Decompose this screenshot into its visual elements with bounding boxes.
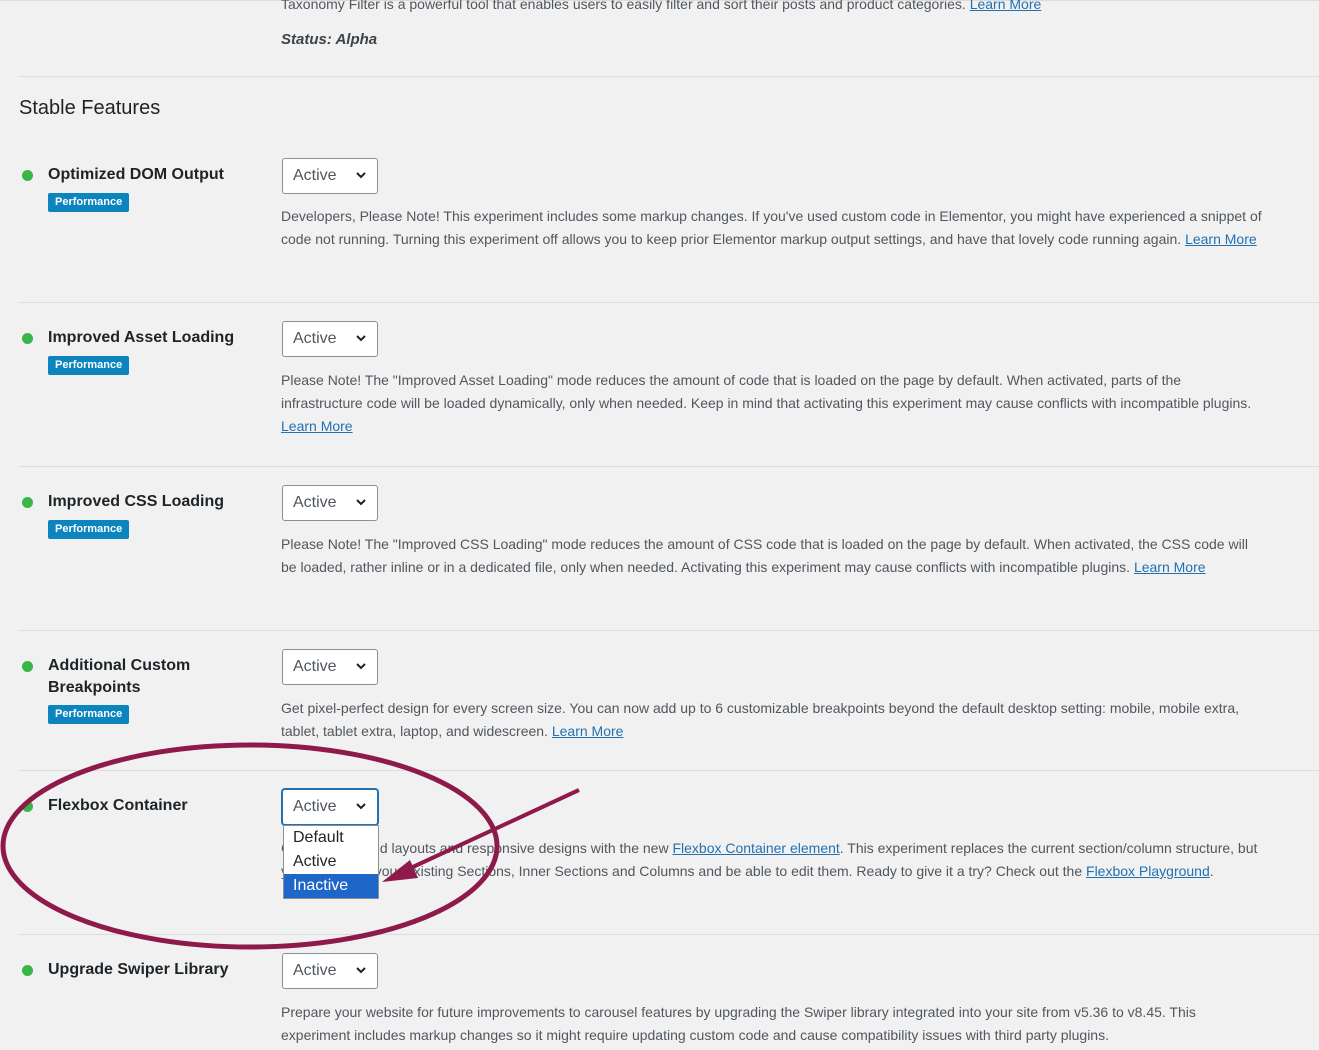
chevron-down-icon — [356, 172, 366, 179]
option-inactive[interactable]: Inactive — [284, 874, 378, 898]
select-value: Active — [293, 167, 337, 184]
feature-name: Additional Custom Breakpoints — [48, 657, 191, 696]
annotation-overlay — [0, 742, 580, 950]
flexbox-playground-link[interactable]: Flexbox Playground — [1086, 863, 1210, 879]
section-title: Stable Features — [19, 97, 161, 119]
option-active[interactable]: Active — [284, 850, 378, 874]
divider — [19, 630, 1319, 631]
select-value: Active — [293, 658, 337, 675]
flexbox-state-select[interactable]: Active — [282, 789, 378, 825]
feature-description: Prepare your website for future improvem… — [281, 1004, 1196, 1043]
learn-more-link[interactable]: Learn More — [281, 418, 353, 434]
intro-description: Taxonomy Filter is a powerful tool that … — [281, 0, 1041, 12]
feature-state-select[interactable]: Active — [282, 953, 378, 989]
chevron-down-icon — [356, 663, 366, 670]
feature-description: Get pixel-perfect design for every scree… — [281, 700, 1240, 739]
feature-name: Improved CSS Loading — [48, 493, 225, 510]
select-value: Active — [293, 798, 337, 815]
status-dot-icon — [22, 497, 33, 508]
status-dot-icon — [22, 170, 33, 181]
performance-badge: Performance — [48, 520, 130, 539]
performance-badge: Performance — [48, 356, 130, 375]
chevron-down-icon — [356, 499, 366, 506]
select-dropdown-menu: Default Active Inactive — [283, 825, 379, 899]
divider — [19, 770, 1319, 771]
divider — [19, 76, 1319, 77]
learn-more-link[interactable]: Learn More — [1134, 559, 1206, 575]
select-value: Active — [293, 494, 337, 511]
feature-state-select[interactable]: Active — [282, 158, 378, 194]
feature-name: Improved Asset Loading — [48, 329, 235, 346]
select-value: Active — [293, 962, 337, 979]
flexbox-container-element-link[interactable]: Flexbox Container element — [672, 840, 839, 856]
feature-state-select[interactable]: Active — [282, 321, 378, 357]
chevron-down-icon — [356, 335, 366, 342]
feature-description: Please Note! The "Improved CSS Loading" … — [281, 536, 1248, 575]
feature-state-select[interactable]: Active — [282, 649, 378, 685]
performance-badge: Performance — [48, 705, 130, 724]
chevron-down-icon — [356, 967, 366, 974]
select-value: Active — [293, 330, 337, 347]
divider — [19, 466, 1319, 467]
feature-description: Create advanced layouts and responsive d… — [281, 840, 1258, 879]
feature-name: Flexbox Container — [48, 797, 188, 814]
feature-name: Upgrade Swiper Library — [48, 961, 229, 978]
intro-learn-more-link[interactable]: Learn More — [970, 0, 1042, 12]
option-default[interactable]: Default — [284, 826, 378, 850]
status-dot-icon — [22, 661, 33, 672]
performance-badge: Performance — [48, 193, 130, 212]
feature-name: Optimized DOM Output — [48, 166, 224, 183]
divider — [19, 934, 1319, 935]
status-dot-icon — [22, 965, 33, 976]
feature-description: Please Note! The "Improved Asset Loading… — [281, 372, 1252, 434]
learn-more-link[interactable]: Learn More — [1185, 231, 1257, 247]
status-dot-icon — [22, 333, 33, 344]
feature-state-select[interactable]: Active — [282, 485, 378, 521]
intro-status: Status: Alpha — [281, 31, 378, 48]
feature-description: Developers, Please Note! This experiment… — [281, 208, 1262, 247]
chevron-down-icon — [356, 803, 366, 810]
status-dot-icon — [22, 801, 33, 812]
learn-more-link[interactable]: Learn More — [552, 723, 624, 739]
divider — [19, 302, 1319, 303]
